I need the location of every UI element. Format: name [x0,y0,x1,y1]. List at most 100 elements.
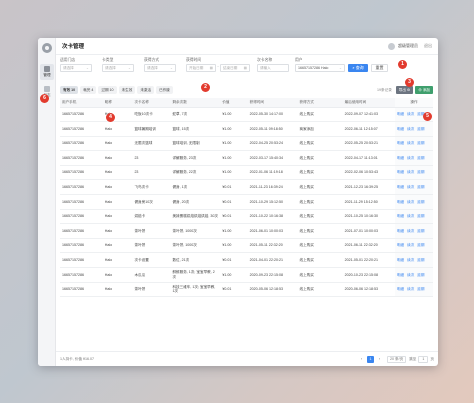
card-type-select[interactable]: 请选择 ⌄ [102,64,134,72]
prev-page-button[interactable]: ‹ [358,356,365,363]
page-size-select[interactable]: 20 条/页 [387,355,407,363]
cell-obtain-method: 线上购买 [297,238,343,254]
extend-link[interactable]: 延期 [417,141,424,145]
renew-link[interactable]: 续次 [407,185,414,189]
col-actions: 操作 [394,98,433,108]
extend-link[interactable]: 延期 [417,200,424,204]
settings-icon: ⚙ [406,88,411,92]
card-name-input[interactable]: 请输入 [257,64,289,72]
renew-link[interactable]: 续次 [407,200,414,204]
table-row: 16657157286 Halo 无限次篮球 篮球培训, 无限制 ¥1.00 2022-0… [60,136,433,152]
renew-link[interactable]: 续次 [407,273,414,277]
cell-phone: 16657157286 [60,267,103,283]
extend-link[interactable]: 延期 [417,258,424,262]
cell-obtain-method: 线上购买 [297,179,343,196]
tab-valid[interactable]: 有效 10 [60,86,79,94]
extend-link[interactable]: 延期 [417,229,424,233]
cell-card-name: 无限次篮球 [132,136,171,152]
store-select[interactable]: 请选择 ⌄ [60,64,92,72]
detail-link[interactable]: 明细 [397,214,404,218]
detail-link[interactable]: 明细 [397,185,404,189]
detail-link[interactable]: 明细 [397,258,404,262]
detail-link[interactable]: 明细 [397,112,404,116]
cell-actions: 明细 续次 延期 [394,121,433,137]
extend-link[interactable]: 延期 [417,185,424,189]
extend-link[interactable]: 延期 [417,156,424,160]
tab-not-effective[interactable]: 未生效 [118,86,136,94]
cell-remaining: 美妹蛋糕烘焙烘焙烘焙, 30次 [170,209,221,225]
cell-nickname: Halo [102,179,133,196]
cell-nickname: Halo [102,238,133,254]
cell-card-name: 烘焙卡 [132,209,171,225]
end-date-input[interactable]: 结束日期 ▦ [220,64,250,72]
date-range-separator: ~ [217,65,220,69]
extend-link[interactable]: 延期 [417,214,424,218]
user-input[interactable]: 16657157286 Halo ⌄ [295,64,345,72]
tab-voided[interactable]: 已作废 [156,86,173,94]
tab-used-up[interactable]: 耗完 4 [80,86,97,94]
renew-link[interactable]: 续次 [407,214,414,218]
goto-page-input[interactable]: 1 [418,355,429,363]
start-date-input[interactable]: 开始日期 ▦ [186,64,216,72]
renew-link[interactable]: 续次 [407,112,414,116]
renew-link[interactable]: 续次 [407,287,414,291]
renew-link[interactable]: 续次 [407,229,414,233]
detail-link[interactable]: 明细 [397,243,404,247]
renew-link[interactable]: 续次 [407,141,414,145]
cell-remaining: 数位, 21次 [170,252,221,269]
plus-icon: ⊕ [418,88,422,92]
next-page-button[interactable]: › [376,356,383,363]
renew-link[interactable]: 续次 [407,243,414,247]
rail-item-label: 管理 [43,73,51,77]
detail-link[interactable]: 明细 [397,141,404,145]
filter-label-card-name: 次卡名称 [257,58,273,62]
method-select[interactable]: 请选择 ⌄ [144,64,176,72]
cell-phone: 16657157286 [60,282,103,298]
extend-link[interactable]: 延期 [417,287,424,291]
detail-link[interactable]: 明细 [397,170,404,174]
col-nickname: 昵称 [102,98,133,108]
extend-link[interactable]: 延期 [417,170,424,174]
extend-link[interactable]: 延期 [417,127,424,131]
export-button[interactable]: 导出 ⚙ [395,86,414,94]
cell-nickname: Halo [102,150,133,166]
renew-link[interactable]: 续次 [407,170,414,174]
page-button[interactable]: 1 [367,355,375,363]
detail-link[interactable]: 明细 [397,127,404,131]
cell-nickname: Halo [102,165,133,181]
add-button[interactable]: ⊕ 添加 [415,86,433,94]
cell-value: ¥1.00 [220,267,248,283]
rail-item-management[interactable]: 管理 [40,64,54,80]
detail-link[interactable]: 明细 [397,156,404,160]
detail-link[interactable]: 明细 [397,229,404,233]
filter-label-store: 适用门店 [60,58,76,62]
logout-link[interactable]: 退出 [424,43,432,49]
cell-phone: 16657157286 [60,121,103,137]
cell-nickname: Halo [102,121,133,137]
detail-link[interactable]: 明细 [397,273,404,277]
reset-button[interactable]: 重置 [371,64,388,72]
avatar[interactable] [388,42,395,50]
cell-phone: 16657157286 [60,209,103,225]
cell-remaining: 科技三维车, 1次; 宝宝早教, 1次 [170,282,221,298]
renew-link[interactable]: 续次 [407,127,414,131]
detail-link[interactable]: 明细 [397,200,404,204]
renew-link[interactable]: 续次 [407,258,414,262]
cell-remaining: 健身, 20次 [170,194,221,210]
query-button[interactable]: ⌕ 查询 [348,64,368,72]
extend-link[interactable]: 延期 [417,273,424,277]
cell-obtain-method: 线上购买 [297,252,343,269]
pagination-bar: 1人持卡, 价值 ¥16.07 ‹ 1 › 20 条/页 跳至 1 页 [56,351,438,366]
filter-label-card-type: 卡类型 [102,58,114,62]
renew-link[interactable]: 续次 [407,156,414,160]
cell-value: ¥1.00 [220,107,248,123]
tab-expired[interactable]: 过期 10 [98,86,117,94]
cell-card-name: 茶叶饼 [132,223,171,239]
chevron-down-icon: ⌄ [169,66,173,70]
filter-label-user: 用户 [295,58,303,62]
extend-link[interactable]: 延期 [417,243,424,247]
tab-not-activated[interactable]: 未激活 [137,86,155,94]
cell-actions: 明细 续次 延期 [394,282,433,298]
cell-card-name: 23 [132,165,171,181]
detail-link[interactable]: 明细 [397,287,404,291]
